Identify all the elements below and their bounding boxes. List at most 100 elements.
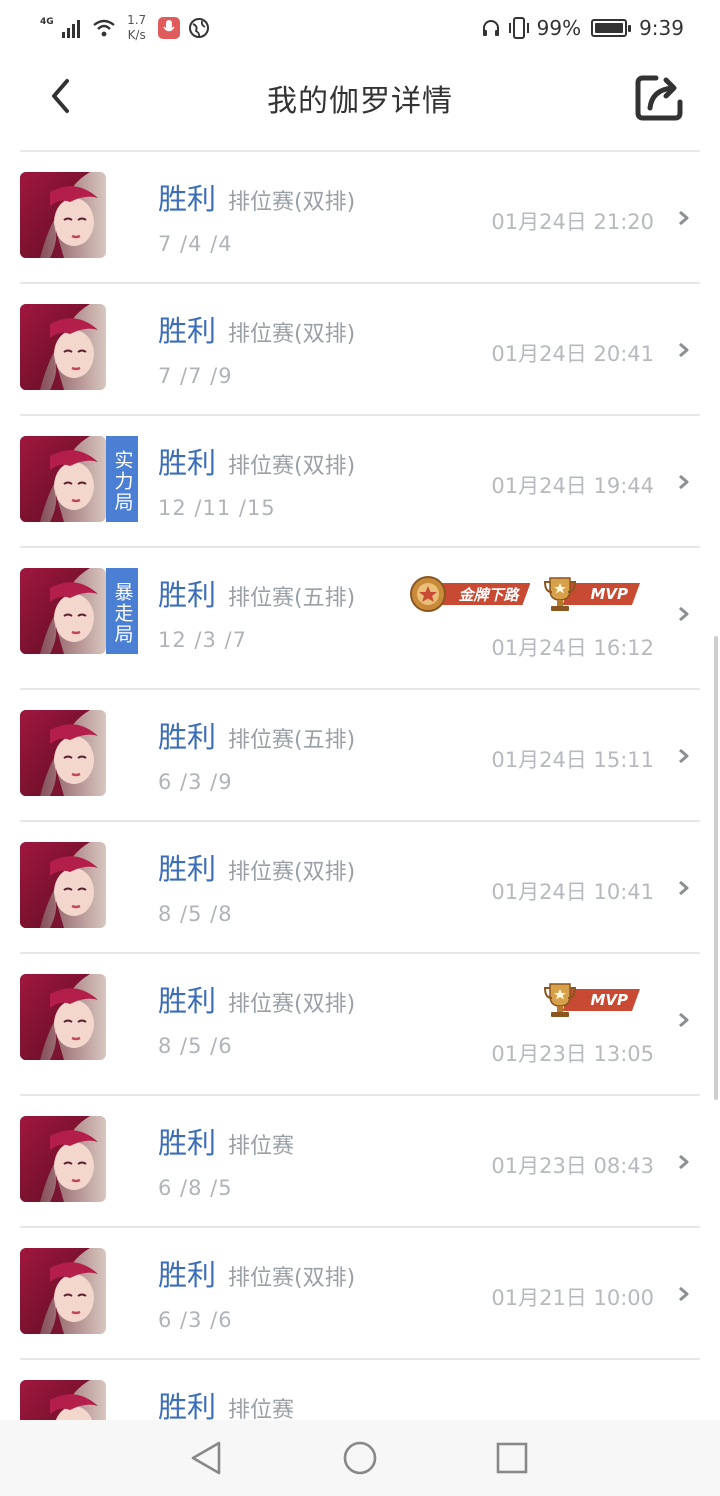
match-kda: 8 /5 /6 xyxy=(158,1034,233,1058)
match-mode: 排位赛 xyxy=(228,1398,295,1420)
signal-icon xyxy=(61,20,80,38)
match-result: 胜利 xyxy=(158,1258,217,1292)
hero-avatar-image xyxy=(20,1116,106,1202)
match-mode: 排位赛(双排) xyxy=(228,190,356,215)
match-time: 01月24日 19:44 xyxy=(491,474,654,498)
match-time: 01月23日 08:43 xyxy=(491,1154,654,1178)
hero-avatar xyxy=(20,710,106,796)
match-kda: 7 /4 /4 xyxy=(158,232,233,256)
nav-home-button[interactable] xyxy=(340,1438,380,1478)
match-kda: 6 /3 /6 xyxy=(158,1308,233,1332)
match-result: 胜利 xyxy=(158,182,217,216)
match-result: 胜利 xyxy=(158,446,217,480)
chevron-right-icon xyxy=(679,606,689,622)
match-list[interactable]: 胜利 排位赛(双排) 7 /4 /4 01月24日 21:20 胜利 排位赛(双排) 7 /… xyxy=(0,152,720,1420)
match-time: 01月24日 20:41 xyxy=(491,342,654,366)
match-row[interactable]: 实力局 胜利 排位赛(双排) 12 /11 /15 01月24日 19:44 xyxy=(20,416,700,548)
hero-avatar-image xyxy=(20,842,106,928)
hero-avatar-image xyxy=(20,974,106,1060)
chevron-right-icon xyxy=(679,880,689,896)
match-tag: 暴走局 xyxy=(106,568,138,654)
status-bar: 4G 1.7 K/s 99% 9:39 xyxy=(0,0,720,56)
status-right: 99% 9:39 xyxy=(481,12,684,44)
hero-avatar-image xyxy=(20,172,106,258)
wifi-icon xyxy=(92,19,115,37)
circle-home-icon xyxy=(343,1441,377,1475)
app-header: 我的伽罗详情 xyxy=(0,56,720,150)
match-kda: 12 /11 /15 xyxy=(158,496,276,520)
match-result: 胜利 xyxy=(158,578,217,612)
match-mode: 排位赛(双排) xyxy=(228,322,356,347)
match-result: 胜利 xyxy=(158,314,217,348)
chevron-right-icon xyxy=(679,210,689,226)
status-left: 4G 1.7 K/s xyxy=(40,10,210,46)
match-tag: 实力局 xyxy=(106,436,138,522)
share-icon xyxy=(635,75,683,121)
match-time: 01月21日 10:00 xyxy=(491,1286,654,1310)
match-row[interactable]: 胜利 排位赛(双排) 7 /4 /4 01月24日 21:20 xyxy=(20,152,700,284)
network-type: 4G xyxy=(40,17,54,27)
match-row[interactable]: 暴走局 胜利 排位赛(五排) 12 /3 /7 01月24日 16:12 金牌下路 MVP xyxy=(20,548,700,690)
match-badges: MVP xyxy=(540,980,640,1020)
match-kda: 12 /3 /7 xyxy=(158,628,247,652)
hero-avatar xyxy=(20,842,106,928)
match-mode: 排位赛(双排) xyxy=(228,454,356,479)
match-time: 01月24日 21:20 xyxy=(491,210,654,234)
hero-avatar xyxy=(20,568,106,654)
match-result: 胜利 xyxy=(158,720,217,754)
nav-back-button[interactable] xyxy=(186,1438,226,1478)
match-kda: 7 /7 /9 xyxy=(158,364,233,388)
match-mode: 排位赛 xyxy=(228,1134,295,1159)
hero-avatar-image xyxy=(20,1380,106,1420)
microphone-icon xyxy=(157,17,180,39)
hero-avatar xyxy=(20,1380,106,1420)
match-kda: 6 /8 /5 xyxy=(158,1176,233,1200)
hero-avatar xyxy=(20,1248,106,1334)
scrollbar[interactable] xyxy=(714,636,718,1100)
match-row[interactable]: 胜利 排位赛(双排) 8 /5 /6 01月23日 13:05 MVP xyxy=(20,954,700,1096)
network-speed: 1.7 K/s xyxy=(124,13,150,43)
battery-percent: 99% xyxy=(536,16,582,40)
globe-icon xyxy=(188,18,209,38)
vibrate-icon xyxy=(508,17,529,39)
clock: 9:39 xyxy=(639,16,684,40)
page-title: 我的伽罗详情 xyxy=(267,84,453,119)
trophy-icon xyxy=(544,983,577,1017)
match-row[interactable]: 胜利 排位赛(双排) 7 /7 /9 01月24日 20:41 xyxy=(20,284,700,416)
system-nav-bar xyxy=(0,1420,720,1496)
headset-icon xyxy=(482,20,499,36)
hero-avatar xyxy=(20,172,106,258)
match-mode: 排位赛(双排) xyxy=(228,1266,356,1291)
mvp-badge: MVP xyxy=(540,574,640,614)
trophy-icon xyxy=(544,577,577,611)
hero-avatar xyxy=(20,436,106,522)
chevron-right-icon xyxy=(679,342,689,358)
match-result: 胜利 xyxy=(158,984,217,1018)
chevron-right-icon xyxy=(679,474,689,490)
match-time: 01月24日 10:41 xyxy=(491,880,654,904)
match-row[interactable]: 胜利 排位赛(双排) 8 /5 /8 01月24日 10:41 xyxy=(20,822,700,954)
hero-avatar xyxy=(20,304,106,390)
match-kda: 8 /5 /8 xyxy=(158,902,233,926)
hero-avatar-image xyxy=(20,304,106,390)
match-result: 胜利 xyxy=(158,1126,217,1160)
match-kda: 6 /3 /9 xyxy=(158,770,233,794)
nav-recent-button[interactable] xyxy=(492,1438,532,1478)
speed-value: 1.7 xyxy=(127,13,147,27)
match-row[interactable]: 胜利 排位赛(双排) 6 /3 /6 01月21日 10:00 xyxy=(20,1228,700,1360)
square-recent-icon xyxy=(496,1442,528,1474)
share-button[interactable] xyxy=(634,72,686,124)
match-time: 01月24日 16:12 xyxy=(491,636,654,660)
battery-icon xyxy=(591,19,632,37)
chevron-right-icon xyxy=(679,1286,689,1302)
match-time: 01月23日 13:05 xyxy=(491,1042,654,1066)
match-row[interactable]: 胜利 排位赛 xyxy=(20,1360,700,1420)
mvp-badge: MVP xyxy=(540,980,640,1020)
chevron-right-icon xyxy=(679,1154,689,1170)
hero-avatar-image xyxy=(20,436,106,522)
hero-avatar xyxy=(20,974,106,1060)
match-row[interactable]: 胜利 排位赛(五排) 6 /3 /9 01月24日 15:11 xyxy=(20,690,700,822)
match-row[interactable]: 胜利 排位赛 6 /8 /5 01月23日 08:43 xyxy=(20,1096,700,1228)
match-result: 胜利 xyxy=(158,1390,217,1420)
match-mode: 排位赛(五排) xyxy=(228,586,356,611)
